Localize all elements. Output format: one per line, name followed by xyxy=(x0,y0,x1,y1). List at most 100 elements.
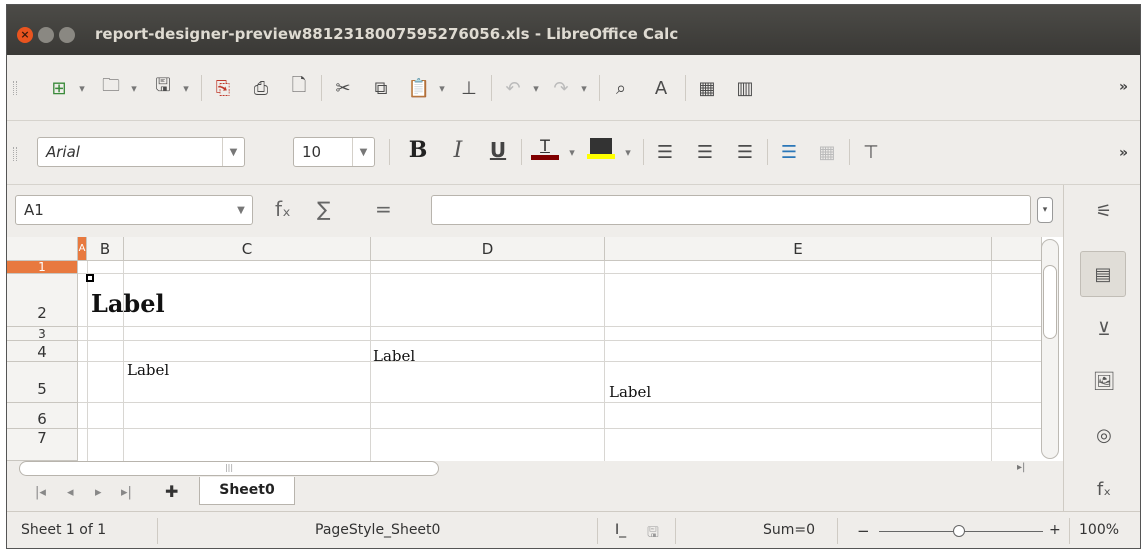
minimize-window-button[interactable] xyxy=(38,27,54,43)
zoom-slider-thumb[interactable] xyxy=(953,525,965,537)
sum-display[interactable]: Sum=0 xyxy=(763,522,815,538)
grid-line xyxy=(78,273,1053,274)
formula-icon[interactable]: = xyxy=(375,197,392,221)
font-color-swatch xyxy=(531,155,559,160)
previous-sheet-icon[interactable]: ◂ xyxy=(67,485,74,500)
italic-button[interactable]: I xyxy=(443,137,473,163)
chevron-down-icon[interactable]: ▼ xyxy=(230,196,252,224)
align-top-icon[interactable]: ⊤ xyxy=(857,139,885,165)
properties-icon[interactable]: ▤ xyxy=(1080,251,1126,297)
sheet-info[interactable]: Sheet 1 of 1 xyxy=(21,522,106,538)
toolbar-grip[interactable] xyxy=(13,81,17,95)
row-header-7[interactable]: 7 xyxy=(7,429,78,461)
zoom-in-button[interactable]: + xyxy=(1049,522,1061,538)
spreadsheet-grid[interactable]: A B C D E 1 2 3 4 5 6 7 Label Label Labe… xyxy=(7,237,1063,461)
new-spreadsheet-icon[interactable]: ⊞ xyxy=(45,75,73,101)
underline-button[interactable]: U xyxy=(483,137,513,163)
bold-button[interactable]: B xyxy=(403,137,433,163)
cell-cursor[interactable] xyxy=(86,274,94,282)
sidebar-settings-icon[interactable]: ⚟ xyxy=(1092,199,1116,223)
toolbar-grip[interactable] xyxy=(13,147,17,161)
copy-icon[interactable]: ⧉ xyxy=(367,75,395,101)
zoom-level[interactable]: 100% xyxy=(1079,522,1119,538)
highlight-color-icon[interactable] xyxy=(585,135,617,161)
gallery-icon[interactable]: 🖼 xyxy=(1092,369,1116,393)
paste-icon[interactable]: 📋 xyxy=(405,75,433,101)
close-window-button[interactable]: × xyxy=(17,27,33,43)
sheet-tab-sheet0[interactable]: Sheet0 xyxy=(199,477,295,505)
insert-row-icon[interactable]: ▦ xyxy=(693,75,721,101)
paste-dropdown-icon[interactable]: ▾ xyxy=(435,75,449,101)
align-center-icon[interactable]: ☰ xyxy=(691,139,719,165)
functions-icon[interactable]: fₓ xyxy=(1092,477,1116,501)
column-header-e[interactable]: E xyxy=(605,237,992,261)
column-header-d[interactable]: D xyxy=(371,237,605,261)
horizontal-scroll-thumb[interactable]: ||| xyxy=(19,461,439,476)
font-name-combo[interactable]: Arial ▼ xyxy=(37,137,245,167)
next-sheet-icon[interactable]: ▸ xyxy=(95,485,102,500)
maximize-window-button[interactable] xyxy=(59,27,75,43)
styles-icon[interactable]: ⊻ xyxy=(1092,317,1116,341)
insert-column-icon[interactable]: ▥ xyxy=(731,75,759,101)
add-sheet-icon[interactable]: ✚ xyxy=(165,482,178,501)
export-pdf-icon[interactable]: ⎘ xyxy=(209,75,237,101)
save-dropdown-icon[interactable]: ▾ xyxy=(179,75,193,101)
page-style[interactable]: PageStyle_Sheet0 xyxy=(315,522,440,538)
undo-dropdown-icon[interactable]: ▾ xyxy=(529,75,543,101)
font-color-dropdown-icon[interactable]: ▾ xyxy=(565,139,579,165)
save-icon[interactable]: 🖫 xyxy=(149,75,177,101)
select-all-corner[interactable] xyxy=(7,237,78,261)
vertical-scroll-thumb[interactable] xyxy=(1043,265,1057,339)
scroll-right-icon[interactable]: ▸| xyxy=(1017,462,1025,473)
cell-d3[interactable]: Label xyxy=(373,347,415,365)
horizontal-scrollbar[interactable]: ||| ▸| xyxy=(7,461,1063,477)
wrap-text-icon[interactable]: ☰ xyxy=(775,139,803,165)
redo-dropdown-icon[interactable]: ▾ xyxy=(577,75,591,101)
row-header-6[interactable]: 6 xyxy=(7,403,78,429)
column-header-b[interactable]: B xyxy=(87,237,124,261)
expand-formula-icon[interactable]: ▾ xyxy=(1037,197,1053,223)
toolbar-overflow-button[interactable]: » xyxy=(1119,145,1128,161)
row-header-1[interactable]: 1 xyxy=(7,261,78,274)
column-header-partial[interactable] xyxy=(992,237,1042,261)
insert-mode-icon[interactable]: I_ xyxy=(615,522,626,538)
row-header-5[interactable]: 5 xyxy=(7,362,78,403)
merge-cells-icon[interactable]: ▦ xyxy=(813,139,841,165)
font-size-combo[interactable]: 10 ▼ xyxy=(293,137,375,167)
print-preview-icon[interactable]: 🗋 xyxy=(285,75,313,101)
chevron-down-icon[interactable]: ▼ xyxy=(352,138,374,166)
open-file-icon[interactable]: 🗀 xyxy=(97,75,125,101)
document-modified-icon[interactable]: 🖫 xyxy=(647,522,659,546)
clone-formatting-icon[interactable]: ⊥ xyxy=(455,75,483,101)
spelling-icon[interactable]: A xyxy=(647,75,675,101)
zoom-out-button[interactable]: − xyxy=(857,522,870,540)
function-wizard-icon[interactable]: fₓ xyxy=(275,197,291,221)
undo-icon[interactable]: ↶ xyxy=(499,75,527,101)
new-dropdown-icon[interactable]: ▾ xyxy=(75,75,89,101)
toolbar-overflow-button[interactable]: » xyxy=(1119,79,1128,95)
formula-input[interactable] xyxy=(431,195,1031,225)
row-header-2[interactable]: 2 xyxy=(7,274,78,327)
align-left-icon[interactable]: ☰ xyxy=(651,139,679,165)
redo-icon[interactable]: ↷ xyxy=(547,75,575,101)
cell-c2[interactable]: Label xyxy=(91,289,165,318)
first-sheet-icon[interactable]: |◂ xyxy=(35,485,46,500)
last-sheet-icon[interactable]: ▸| xyxy=(121,485,132,500)
open-dropdown-icon[interactable]: ▾ xyxy=(127,75,141,101)
print-icon[interactable]: ⎙ xyxy=(247,75,275,101)
column-header-a[interactable]: A xyxy=(78,237,87,261)
font-color-icon[interactable]: T xyxy=(529,135,561,161)
navigator-icon[interactable]: ◎ xyxy=(1092,423,1116,447)
highlight-dropdown-icon[interactable]: ▾ xyxy=(621,139,635,165)
row-header-3[interactable]: 3 xyxy=(7,327,78,341)
name-box[interactable]: A1 ▼ xyxy=(15,195,253,225)
align-right-icon[interactable]: ☰ xyxy=(731,139,759,165)
find-replace-icon[interactable]: ⌕ xyxy=(607,75,635,101)
cell-e5[interactable]: Label xyxy=(609,383,651,401)
row-header-4[interactable]: 4 xyxy=(7,341,78,362)
chevron-down-icon[interactable]: ▼ xyxy=(222,138,244,166)
sum-icon[interactable]: ∑ xyxy=(317,197,330,221)
cell-c4[interactable]: Label xyxy=(127,361,169,379)
column-header-c[interactable]: C xyxy=(124,237,371,261)
cut-icon[interactable]: ✂ xyxy=(329,75,357,101)
